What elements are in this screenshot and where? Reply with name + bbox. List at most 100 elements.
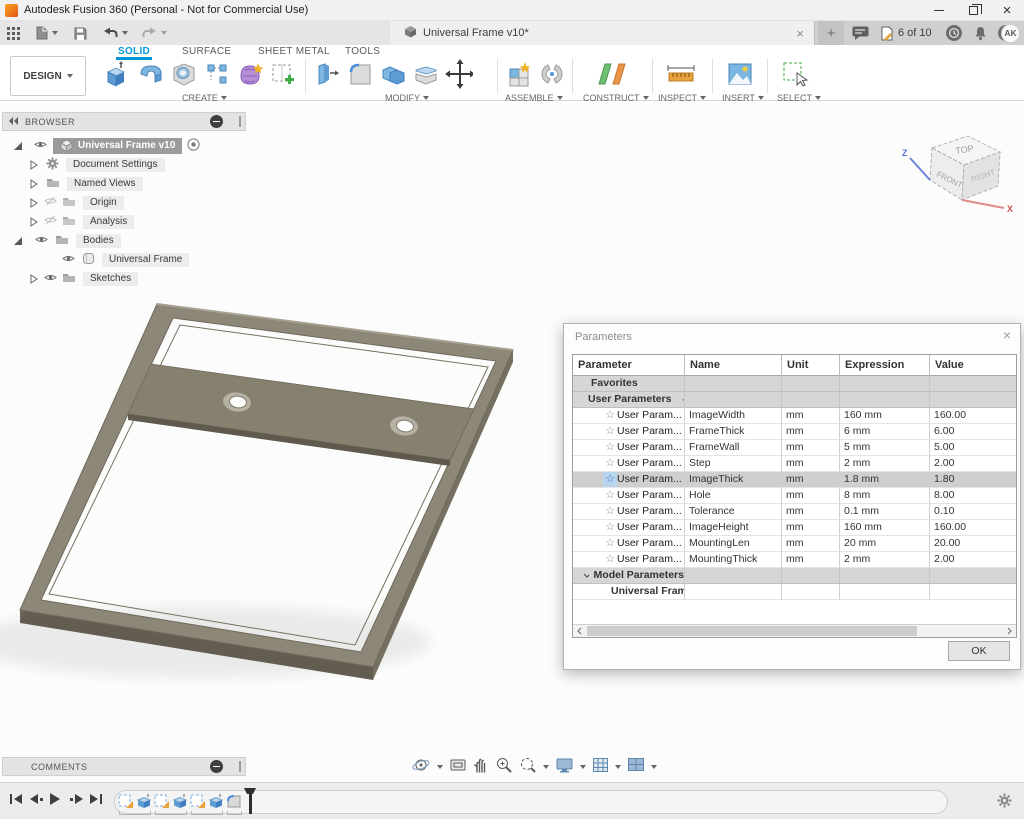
undo-caret-icon[interactable] (122, 31, 128, 35)
timeline-go-to-start-button[interactable] (10, 794, 22, 804)
timeline-settings-gear-icon[interactable] (997, 793, 1012, 813)
param-row[interactable]: ☆User Param... ImageWidthmm160 mm160.00 (573, 408, 1016, 424)
horizontal-scrollbar[interactable] (573, 624, 1016, 637)
param-row[interactable]: ☆User Param... MountingLenmm20 mm20.00 (573, 536, 1016, 552)
revolve-icon[interactable] (137, 60, 165, 88)
tree-item-document-settings[interactable]: Document Settings (30, 155, 165, 174)
timeline-step-forward-button[interactable] (70, 794, 83, 804)
history-clock-icon[interactable] (946, 21, 962, 45)
workspace-selector[interactable]: DESIGN (10, 56, 86, 96)
param-row[interactable]: ☆User Param... FrameThickmm6 mm6.00 (573, 424, 1016, 440)
new-component-icon[interactable] (505, 60, 533, 88)
param-row-selected[interactable]: ☆User Param... ImageThickmm1.8 mm1.80 (573, 472, 1016, 488)
scroll-right-icon[interactable] (1003, 625, 1016, 637)
favorite-star-icon[interactable]: ☆ (603, 488, 617, 503)
tree-item-label[interactable]: Universal Frame (102, 253, 189, 267)
fillet-icon[interactable] (346, 60, 374, 88)
comments-toggle-icon[interactable] (210, 760, 223, 773)
activate-component-radio[interactable] (187, 138, 200, 154)
tree-root-chip[interactable]: Universal Frame v10 (53, 138, 182, 154)
model-child-row[interactable]: Universal Frame... (573, 584, 1016, 600)
pan-icon[interactable] (473, 756, 489, 778)
tree-item-body-universal-frame[interactable]: Universal Frame (62, 250, 189, 269)
param-row[interactable]: ☆User Param... FrameWallmm5 mm5.00 (573, 440, 1016, 456)
app-grid-icon[interactable] (7, 23, 20, 43)
timeline-sketch-feature-icon[interactable] (118, 793, 134, 809)
tab-tools[interactable]: TOOLS (343, 46, 382, 57)
timeline-extrude-feature-icon[interactable] (208, 793, 224, 809)
collapse-panel-icon[interactable] (9, 117, 19, 127)
param-row[interactable]: ☆User Param... MountingThickmm2 mm2.00 (573, 552, 1016, 568)
dialog-close-icon[interactable]: × (1003, 327, 1011, 343)
browser-display-toggle-icon[interactable] (210, 115, 223, 128)
tree-item-label[interactable]: Origin (83, 196, 124, 210)
orbit-caret-icon[interactable] (437, 765, 443, 769)
tree-item-named-views[interactable]: Named Views (30, 174, 143, 193)
expand-open-icon[interactable] (14, 142, 22, 150)
favorite-star-icon[interactable]: ☆ (603, 440, 617, 455)
col-expression[interactable]: Expression (840, 355, 930, 376)
save-counter-icon[interactable] (880, 21, 894, 45)
timeline-extrude-feature-icon[interactable] (136, 793, 152, 809)
timeline-sketch-feature-icon[interactable] (154, 793, 170, 809)
press-pull-icon[interactable] (313, 60, 341, 88)
timeline-go-to-end-button[interactable] (90, 794, 102, 804)
sketch-dimension-icon[interactable] (203, 60, 231, 88)
zoom-icon[interactable] (495, 756, 513, 779)
param-row[interactable]: ☆User Param... ImageHeightmm160 mm160.00 (573, 520, 1016, 536)
param-row[interactable]: ☆User Param... Stepmm2 mm2.00 (573, 456, 1016, 472)
tree-item-origin[interactable]: Origin (30, 193, 124, 212)
visibility-eye-icon[interactable] (62, 254, 75, 266)
shell-icon[interactable] (412, 60, 440, 88)
minimize-button[interactable] (922, 0, 956, 21)
joint-icon[interactable] (538, 60, 566, 88)
tree-item-bodies[interactable]: Bodies (14, 231, 121, 250)
favorite-star-icon[interactable]: ☆ (603, 504, 617, 519)
visibility-eye-icon[interactable] (44, 273, 57, 285)
look-at-icon[interactable] (449, 757, 467, 778)
redo-icon[interactable] (142, 23, 157, 43)
viewport-canvas[interactable]: BROWSER Universal Frame v10 Document Set… (0, 102, 1024, 782)
create-sketch-icon[interactable] (269, 60, 297, 88)
viewports-caret-icon[interactable] (651, 765, 657, 769)
tab-sheet-metal[interactable]: SHEET METAL (256, 46, 332, 57)
fit-icon[interactable] (519, 756, 537, 779)
avatar[interactable]: AK (1001, 21, 1020, 45)
undo-icon[interactable] (103, 23, 118, 43)
comments-panel-header[interactable]: COMMENTS (2, 757, 246, 776)
favorite-star-icon[interactable]: ☆ (603, 456, 617, 471)
favorite-star-icon[interactable]: ☆ (603, 472, 617, 487)
scrollbar-thumb[interactable] (587, 626, 917, 636)
tree-item-label[interactable]: Analysis (83, 215, 134, 229)
favorite-star-icon[interactable]: ☆ (603, 536, 617, 551)
col-parameter[interactable]: Parameter (573, 355, 685, 376)
browser-panel-grip[interactable] (239, 116, 241, 127)
timeline-extrude-feature-icon[interactable] (172, 793, 188, 809)
display-caret-icon[interactable] (580, 765, 586, 769)
extrude-icon[interactable] (104, 60, 132, 88)
insert-image-icon[interactable] (726, 60, 754, 88)
close-button[interactable]: × (990, 0, 1024, 21)
favorite-star-icon[interactable]: ☆ (603, 520, 617, 535)
tree-item-root[interactable]: Universal Frame v10 (14, 136, 200, 155)
tree-item-analysis[interactable]: Analysis (30, 212, 134, 231)
view-cube[interactable]: TOP FRONT RIGHT Z X (898, 120, 1018, 225)
favorite-star-icon[interactable]: ☆ (603, 424, 617, 439)
grid-settings-icon[interactable] (592, 757, 609, 778)
tree-item-label[interactable]: Document Settings (66, 158, 165, 172)
new-tab-button[interactable]: + (818, 21, 844, 45)
redo-caret-icon[interactable] (161, 31, 167, 35)
group-row-favorites[interactable]: Favorites (573, 376, 1016, 392)
tab-solid[interactable]: SOLID (116, 46, 152, 60)
document-tab-close-icon[interactable]: × (796, 26, 804, 41)
tree-item-label[interactable]: Sketches (83, 272, 138, 286)
group-row-user-parameters[interactable]: User Parameters+ (573, 392, 1016, 408)
visibility-off-icon[interactable] (44, 215, 57, 228)
notifications-bell-icon[interactable] (974, 21, 987, 45)
comments-icon[interactable] (852, 21, 869, 45)
favorite-star-icon[interactable]: ☆ (603, 408, 617, 423)
construct-plane-icon[interactable] (595, 60, 629, 88)
file-menu-icon[interactable] (36, 23, 48, 43)
visibility-eye-icon[interactable] (34, 140, 47, 152)
grid-caret-icon[interactable] (615, 765, 621, 769)
